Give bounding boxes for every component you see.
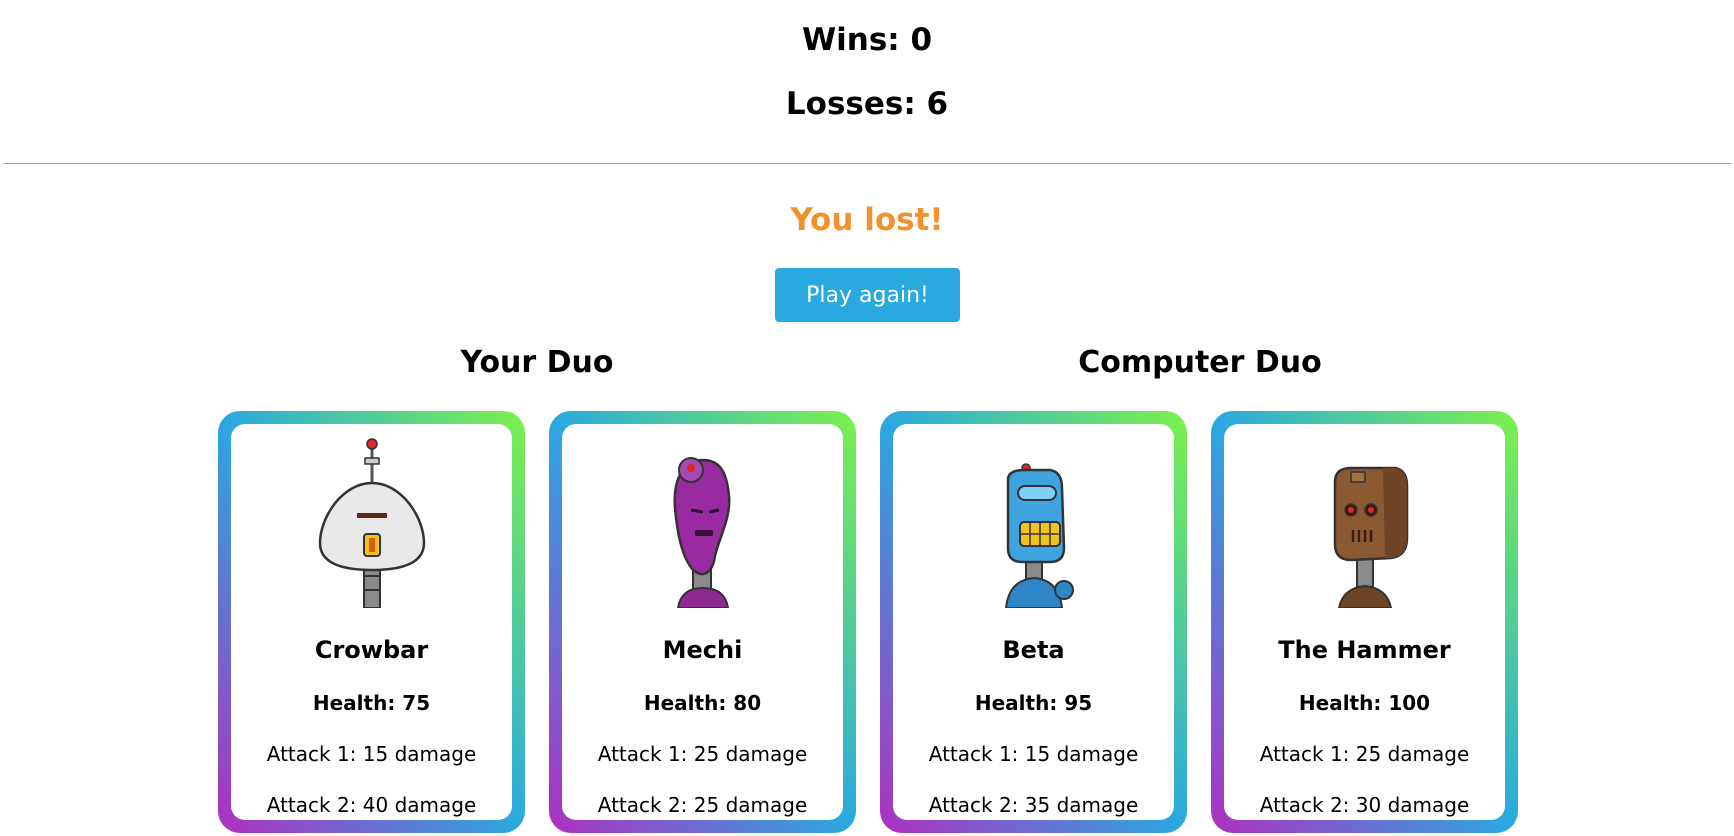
robot-attack-2: Attack 2: 35 damage (928, 793, 1139, 817)
robot-name: The Hammer (1278, 636, 1451, 664)
robot-card-beta: Beta Health: 95 Attack 1: 15 damage Atta… (880, 411, 1187, 833)
robot-name: Crowbar (314, 636, 429, 664)
play-again-button[interactable]: Play again! (775, 268, 960, 322)
robot-health: Health: 75 (312, 691, 431, 715)
wins-counter: Wins: 0 (801, 22, 933, 58)
robot-attack-2: Attack 2: 30 damage (1259, 793, 1470, 817)
robot-attack-2: Attack 2: 40 damage (266, 793, 477, 817)
blue-robot-icon (1004, 463, 1074, 608)
white-robot-icon (318, 438, 425, 608)
losses-counter: Losses: 6 (785, 86, 949, 122)
robot-attack-1: Attack 1: 15 damage (266, 742, 477, 766)
your-duo-title: Your Duo (460, 345, 614, 380)
robot-attack-2: Attack 2: 25 damage (597, 793, 808, 817)
divider (3, 163, 1731, 164)
robot-attack-1: Attack 1: 25 damage (597, 742, 808, 766)
brown-robot-icon (1333, 466, 1408, 608)
robot-name: Beta (1002, 636, 1065, 664)
computer-duo-title: Computer Duo (1078, 345, 1322, 380)
robot-health: Health: 95 (974, 691, 1093, 715)
robot-attack-1: Attack 1: 15 damage (928, 742, 1139, 766)
robot-card-crowbar: Crowbar Health: 75 Attack 1: 15 damage A… (218, 411, 525, 833)
robot-health: Health: 80 (643, 691, 762, 715)
result-message: You lost! (790, 202, 944, 238)
robot-card-mechi: Mechi Health: 80 Attack 1: 25 damage Att… (549, 411, 856, 833)
robot-attack-1: Attack 1: 25 damage (1259, 742, 1470, 766)
robot-health: Health: 100 (1298, 691, 1431, 715)
robot-name: Mechi (662, 636, 743, 664)
purple-robot-icon (672, 457, 730, 608)
robot-card-the-hammer: The Hammer Health: 100 Attack 1: 25 dama… (1211, 411, 1518, 833)
